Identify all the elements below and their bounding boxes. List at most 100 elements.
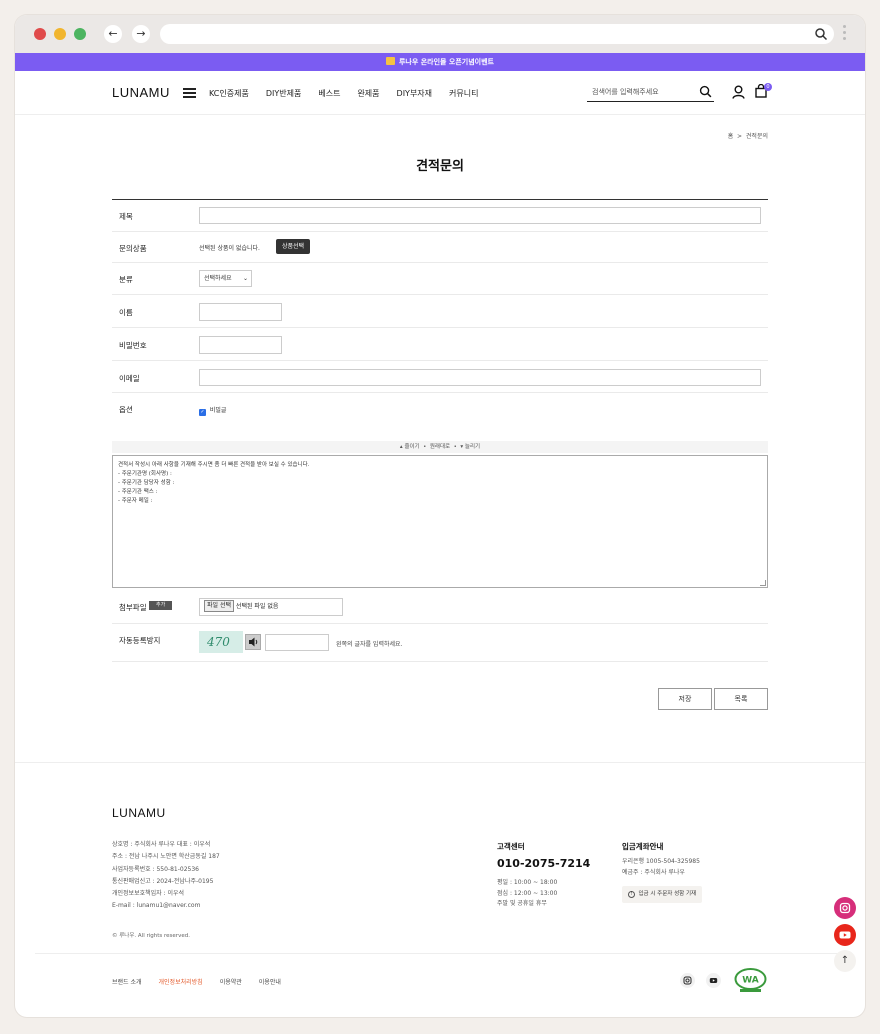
user-icon[interactable] (732, 85, 745, 99)
cs-title: 고객센터 (497, 842, 525, 851)
content-textarea[interactable]: 견적서 작성시 아래 사항을 기재해 주시면 좀 더 빠른 견적을 받아 보실 … (112, 455, 768, 588)
promo-banner[interactable]: 루나우 온라인몰 오픈기념이벤트 (15, 53, 865, 71)
attach-add-button[interactable]: 추가 (149, 601, 173, 610)
editor-line: - 주문기관 팩스 : (118, 489, 158, 495)
page-title: 견적문의 (416, 159, 464, 174)
save-button[interactable]: 저장 (658, 688, 712, 710)
secret-option[interactable]: ✓ 비밀글 (199, 405, 226, 416)
search-icon[interactable] (699, 85, 712, 98)
youtube-icon[interactable] (706, 973, 721, 988)
nav-item-finished[interactable]: 완제품 (357, 88, 379, 99)
subject-label: 제목 (119, 212, 133, 221)
copyright: © 루나우. All rights reserved. (112, 933, 190, 939)
captcha-label: 자동등록방지 (119, 636, 161, 645)
web-accessibility-badge: WA (734, 968, 767, 994)
editor-line: - 주문기관 담당자 성함 : (118, 480, 175, 486)
option-row: 옵션 ✓ 비밀글 (112, 393, 768, 424)
name-input[interactable] (199, 303, 282, 321)
search-input[interactable] (587, 83, 687, 100)
footer-link-guide[interactable]: 이용안내 (259, 977, 281, 986)
bank-info: 우리은행 1005-504-325985 예금주 : 주식회사 루나우 (622, 857, 700, 878)
password-row: 비밀번호 (112, 328, 768, 361)
resize-handle-icon[interactable] (760, 580, 766, 586)
name-row: 이름 (112, 295, 768, 328)
forward-arrow-icon[interactable]: → (132, 25, 150, 43)
company-info-line: 상호명 : 주식회사 루나우 대표 : 이우석 (112, 841, 211, 848)
promo-text: 루나우 온라인몰 오픈기념이벤트 (398, 58, 495, 66)
password-input[interactable] (199, 336, 282, 354)
site-logo[interactable]: LUNAMU (112, 85, 170, 100)
nav-item-kc[interactable]: KC인증제품 (209, 88, 249, 99)
breadcrumb: 홈 > 견적문의 (695, 131, 768, 140)
nav-item-diy-parts[interactable]: DIY부자재 (397, 88, 433, 99)
site-search (587, 83, 714, 102)
select-product-button[interactable]: 상품선택 (276, 239, 311, 254)
breadcrumb-home[interactable]: 홈 (728, 133, 734, 140)
subject-input[interactable] (199, 207, 761, 224)
chevron-down-icon: ⌄ (242, 275, 248, 282)
email-input[interactable] (199, 369, 761, 386)
file-select-button[interactable]: 파일 선택 (204, 600, 234, 612)
speaker-icon[interactable] (245, 634, 261, 650)
close-window-button[interactable] (34, 28, 46, 40)
cart-count-badge: 0 (764, 83, 772, 91)
nav-item-best[interactable]: 베스트 (318, 88, 340, 99)
company-info-line: 통신판매업신고 : 2024-전남나주-0195 (112, 877, 214, 885)
footer-separator (35, 953, 845, 954)
instagram-icon[interactable] (680, 973, 695, 988)
more-menu-icon[interactable] (843, 25, 847, 43)
editor-original-button[interactable]: 원래대로 (430, 444, 450, 450)
company-info-line: 개인정보보호책임자 : 이우석 (112, 890, 185, 898)
browser-window: ← → 루나우 온라인몰 오픈기념이벤트 LUNAMU KC인증제품 DIY반제… (15, 15, 865, 1017)
site-header: LUNAMU KC인증제품 DIY반제품 베스트 완제품 DIY부자재 커뮤니티… (15, 71, 865, 115)
footer-link-brand[interactable]: 브랜드 소개 (112, 977, 142, 986)
company-info-line: 사업자등록번호 : 550-81-02536 (112, 865, 199, 873)
minimize-window-button[interactable] (54, 28, 66, 40)
nav-item-diy-semi[interactable]: DIY반제품 (266, 88, 302, 99)
captcha-input[interactable] (265, 634, 329, 651)
youtube-float-button[interactable] (834, 924, 856, 946)
category-select-value: 선택하세요 (204, 275, 232, 282)
footer-divider (15, 762, 865, 763)
cs-hours-line: 주말 및 공휴일 휴무 (497, 900, 547, 907)
password-label: 비밀번호 (119, 341, 147, 350)
search-icon[interactable] (814, 27, 828, 41)
browser-toolbar: ← → (15, 15, 865, 53)
list-button[interactable]: 목록 (714, 688, 768, 710)
company-info-line: 주소 : 전남 나주시 노안면 학산금동길 187 (112, 853, 220, 861)
editor-line: - 주문기관명 (회사명) : (118, 471, 172, 477)
editor-shrink-button[interactable]: ▴ 줄이기 (400, 444, 420, 450)
product-row: 문의상품 선택된 상품이 없습니다. 상품선택 (112, 232, 768, 263)
maximize-window-button[interactable] (74, 28, 86, 40)
editor-expand-button[interactable]: ▾ 늘리기 (460, 444, 480, 450)
instagram-float-button[interactable] (834, 897, 856, 919)
footer-links: 브랜드 소개 개인정보처리방침 이용약관 이용안내 (112, 977, 281, 986)
checkbox-checked-icon[interactable]: ✓ (199, 409, 206, 416)
hamburger-menu-icon[interactable] (183, 88, 196, 98)
footer-link-terms[interactable]: 이용약관 (220, 977, 242, 986)
subject-row: 제목 (112, 200, 768, 232)
bank-notice-button[interactable]: ! 입금 시 주문자 성함 기재 (622, 886, 703, 903)
category-row: 분류 선택하세요 ⌄ (112, 263, 768, 295)
breadcrumb-current: 견적문의 (745, 133, 768, 140)
scroll-top-button[interactable]: ↑ (834, 950, 856, 972)
email-label: 이메일 (119, 374, 140, 383)
option-label: 옵션 (119, 405, 133, 414)
bank-title: 입금계좌안내 (622, 842, 664, 851)
editor-resize-bar: ▴ 줄이기 • 원래대로 • ▾ 늘리기 (112, 441, 768, 453)
address-bar[interactable] (160, 24, 834, 44)
footer-link-privacy[interactable]: 개인정보처리방침 (159, 977, 203, 986)
bank-info-line: 예금주 : 주식회사 루나우 (622, 868, 685, 876)
cs-phone[interactable]: 010-2075-7214 (497, 857, 590, 870)
wa-badge-text: WA (742, 976, 759, 986)
cs-hours-line: 점심 : 12:00 ~ 13:00 (497, 889, 558, 897)
product-empty-text: 선택된 상품이 없습니다. (199, 245, 260, 252)
back-arrow-icon[interactable]: ← (104, 25, 122, 43)
product-label: 문의상품 (119, 244, 147, 253)
breadcrumb-separator: > (737, 133, 743, 140)
file-input[interactable]: 파일 선택 선택된 파일 없음 (199, 598, 343, 616)
nav-item-community[interactable]: 커뮤니티 (449, 88, 478, 99)
editor-line: - 주문자 메일 : (118, 498, 153, 504)
category-select[interactable]: 선택하세요 ⌄ (199, 270, 252, 287)
footer-logo[interactable]: LUNAMU (112, 806, 166, 820)
